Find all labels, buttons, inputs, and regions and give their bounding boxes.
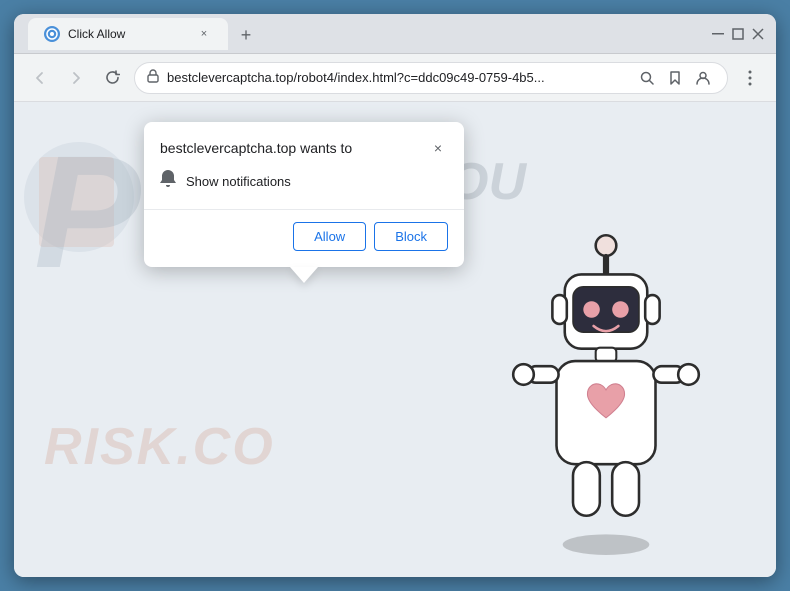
popup-notification-text: Show notifications	[186, 174, 291, 189]
tab-close-button[interactable]: ×	[196, 26, 212, 42]
tab-favicon	[44, 26, 60, 42]
new-tab-button[interactable]: +	[232, 22, 260, 50]
maximize-button[interactable]	[730, 26, 746, 42]
popup-buttons: Allow Block	[144, 222, 464, 267]
watermark-risk: RISK.CO	[44, 417, 275, 477]
browser-window: Click Allow × +	[14, 14, 776, 577]
page-content: PTT OU RISK.CO bestclevercaptcha.top wan…	[14, 102, 776, 577]
allow-button[interactable]: Allow	[293, 222, 366, 251]
address-right-icons	[635, 66, 715, 90]
forward-button[interactable]	[62, 64, 90, 92]
lock-icon	[147, 69, 159, 86]
popup-divider	[144, 209, 464, 210]
search-icon[interactable]	[635, 66, 659, 90]
tab-title: Click Allow	[68, 27, 188, 41]
window-controls	[710, 26, 766, 42]
popup-header: bestclevercaptcha.top wants to ×	[144, 122, 464, 166]
url-text: bestclevercaptcha.top/robot4/index.html?…	[167, 70, 627, 85]
tabs-area: Click Allow × +	[24, 18, 702, 50]
popup-close-button[interactable]: ×	[428, 138, 448, 158]
profile-icon[interactable]	[691, 66, 715, 90]
popup-tail	[290, 267, 318, 283]
minimize-button[interactable]	[710, 26, 726, 42]
close-button[interactable]	[750, 26, 766, 42]
active-tab[interactable]: Click Allow ×	[28, 18, 228, 50]
notification-popup: bestclevercaptcha.top wants to × Show no…	[144, 122, 464, 267]
title-bar: Click Allow × +	[14, 14, 776, 54]
block-button[interactable]: Block	[374, 222, 448, 251]
address-bar-row: bestclevercaptcha.top/robot4/index.html?…	[14, 54, 776, 102]
reload-button[interactable]	[98, 64, 126, 92]
popup-title: bestclevercaptcha.top wants to	[160, 140, 352, 156]
popup-notification-row: Show notifications	[144, 166, 464, 209]
address-field[interactable]: bestclevercaptcha.top/robot4/index.html?…	[134, 62, 728, 94]
menu-button[interactable]	[736, 64, 764, 92]
bell-icon	[160, 170, 176, 193]
robot-illustration	[496, 227, 716, 557]
back-button[interactable]	[26, 64, 54, 92]
bookmark-icon[interactable]	[663, 66, 687, 90]
